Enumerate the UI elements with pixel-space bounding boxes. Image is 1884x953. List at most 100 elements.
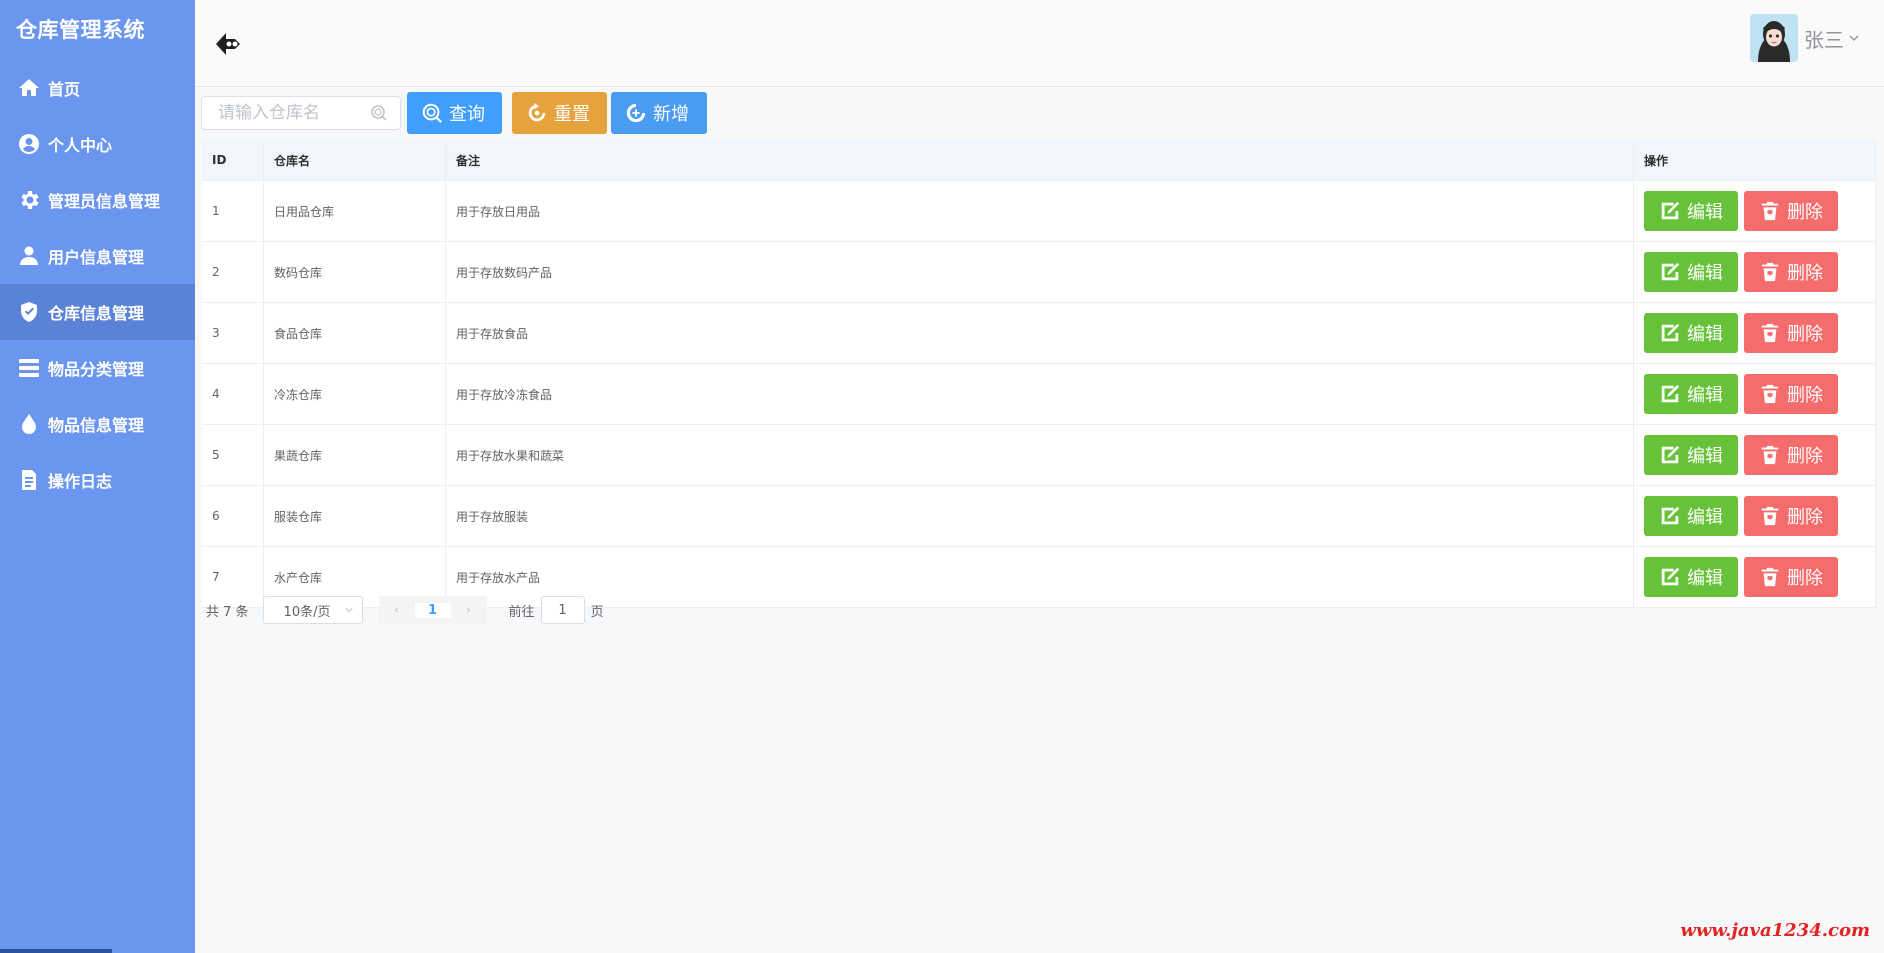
delete-button[interactable]: 删除 [1744, 313, 1838, 353]
cell-id: 4 [202, 363, 264, 425]
prev-page-button[interactable]: ‹ [379, 603, 415, 618]
edit-button-label: 编辑 [1687, 568, 1723, 589]
table-row: 6 服装仓库 用于存放服装 编辑 删除 [202, 485, 1876, 547]
sidebar-item-log[interactable]: 操作日志 [0, 452, 195, 508]
search-icon[interactable] [370, 104, 388, 122]
goto-page-input[interactable] [540, 596, 585, 624]
delete-button-label: 删除 [1787, 385, 1823, 406]
user-icon [16, 243, 42, 269]
warehouse-table: ID 仓库名 备注 操作 1 日用品仓库 用于存放日用品 编辑 删除 2 数码仓… [202, 140, 1876, 608]
cell-name: 日用品仓库 [263, 180, 446, 242]
edit-icon [1661, 506, 1680, 525]
cell-id: 3 [202, 302, 264, 364]
drop-icon [16, 411, 42, 437]
sidebar-item-admin[interactable]: 管理员信息管理 [0, 172, 195, 228]
next-page-button[interactable]: › [451, 603, 487, 618]
edit-button-label: 编辑 [1687, 263, 1723, 284]
cell-op: 编辑 删除 [1633, 424, 1876, 486]
sidebar-bottom-bar [0, 949, 112, 953]
goto-prefix: 前往 [508, 604, 535, 620]
query-button[interactable]: 查询 [407, 92, 502, 134]
column-header-op: 操作 [1633, 140, 1876, 181]
cell-remark: 用于存放食品 [445, 302, 1634, 364]
trash-icon [1761, 201, 1779, 221]
cell-id: 5 [202, 424, 264, 486]
user-name: 张三 [1804, 27, 1844, 52]
search-icon [422, 103, 442, 123]
sidebar-item-home[interactable]: 首页 [0, 60, 195, 116]
edit-button[interactable]: 编辑 [1644, 313, 1738, 353]
edit-button[interactable]: 编辑 [1644, 557, 1738, 597]
edit-icon [1661, 445, 1680, 464]
sidebar-item-label: 操作日志 [48, 472, 113, 491]
page-size-value: 10条/页 [283, 604, 331, 620]
back-arrow-icon [216, 33, 240, 55]
cell-op: 编辑 删除 [1633, 241, 1876, 303]
add-circle-icon [626, 103, 646, 123]
list-icon [16, 355, 42, 381]
cell-remark: 用于存放水产品 [445, 546, 1634, 608]
cell-op: 编辑 删除 [1633, 302, 1876, 364]
table-row: 5 果蔬仓库 用于存放水果和蔬菜 编辑 删除 [202, 424, 1876, 486]
column-header-id: ID [202, 140, 264, 181]
cell-remark: 用于存放日用品 [445, 180, 1634, 242]
sidebar-item-warehouse[interactable]: 仓库信息管理 [0, 284, 195, 340]
edit-icon [1661, 384, 1680, 403]
sidebar-item-goods[interactable]: 物品信息管理 [0, 396, 195, 452]
user-circle-icon [16, 131, 42, 157]
cell-remark: 用于存放水果和蔬菜 [445, 424, 1634, 486]
delete-button-label: 删除 [1787, 263, 1823, 284]
delete-button[interactable]: 删除 [1744, 374, 1838, 414]
cell-op: 编辑 删除 [1633, 485, 1876, 547]
cell-name: 果蔬仓库 [263, 424, 446, 486]
trash-icon [1761, 567, 1779, 587]
cell-name: 冷冻仓库 [263, 363, 446, 425]
edit-button[interactable]: 编辑 [1644, 252, 1738, 292]
delete-button[interactable]: 删除 [1744, 496, 1838, 536]
header: 张三 [195, 0, 1884, 87]
edit-button-label: 编辑 [1687, 507, 1723, 528]
delete-button[interactable]: 删除 [1744, 557, 1838, 597]
cell-id: 2 [202, 241, 264, 303]
column-header-remark: 备注 [445, 140, 1634, 181]
delete-button-label: 删除 [1787, 568, 1823, 589]
total-count: 共 7 条 [206, 604, 249, 620]
reset-button[interactable]: 重置 [512, 92, 607, 134]
column-header-name: 仓库名 [263, 140, 446, 181]
sidebar-item-profile[interactable]: 个人中心 [0, 116, 195, 172]
add-button[interactable]: 新增 [611, 92, 707, 134]
home-icon [16, 75, 42, 101]
cell-remark: 用于存放冷冻食品 [445, 363, 1634, 425]
edit-button[interactable]: 编辑 [1644, 191, 1738, 231]
edit-button[interactable]: 编辑 [1644, 374, 1738, 414]
cell-id: 1 [202, 180, 264, 242]
cell-op: 编辑 删除 [1633, 363, 1876, 425]
delete-button[interactable]: 删除 [1744, 252, 1838, 292]
sidebar: 仓库管理系统 首页 个人中心 管理员信息管理 用户信息管理 仓库信息管理 物品分 [0, 0, 195, 953]
trash-icon [1761, 323, 1779, 343]
delete-button-label: 删除 [1787, 324, 1823, 345]
sidebar-item-users[interactable]: 用户信息管理 [0, 228, 195, 284]
back-button[interactable] [213, 28, 245, 60]
cell-remark: 用于存放服装 [445, 485, 1634, 547]
search-input[interactable] [216, 102, 370, 124]
delete-button[interactable]: 删除 [1744, 435, 1838, 475]
delete-button-label: 删除 [1787, 507, 1823, 528]
gear-icon [16, 187, 42, 213]
sidebar-item-category[interactable]: 物品分类管理 [0, 340, 195, 396]
edit-button[interactable]: 编辑 [1644, 496, 1738, 536]
cell-id: 6 [202, 485, 264, 547]
sidebar-item-label: 物品分类管理 [48, 360, 145, 379]
edit-button[interactable]: 编辑 [1644, 435, 1738, 475]
edit-icon [1661, 567, 1680, 586]
edit-button-label: 编辑 [1687, 446, 1723, 467]
trash-icon [1761, 506, 1779, 526]
user-menu[interactable]: 张三 [1750, 14, 1860, 62]
delete-button[interactable]: 删除 [1744, 191, 1838, 231]
page-size-select[interactable]: 10条/页 [262, 596, 363, 624]
page-number[interactable]: 1 [414, 602, 451, 618]
add-button-label: 新增 [653, 104, 689, 125]
goto-page: 前往 页 [509, 596, 604, 624]
goto-suffix: 页 [590, 604, 604, 620]
trash-icon [1761, 384, 1779, 404]
